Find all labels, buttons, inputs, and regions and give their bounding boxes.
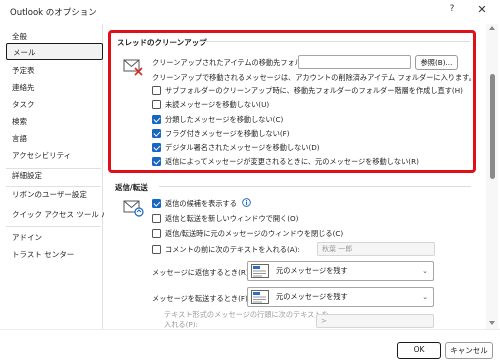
window-title: Outlook のオプション bbox=[10, 8, 97, 18]
sidebar-item-customize-ribbon[interactable]: リボンのユーザー設定 bbox=[12, 186, 87, 203]
dont-move-signed-label: デジタル署名されたメッセージを移動しない(D) bbox=[165, 143, 320, 152]
plaintext-prefix-label-line2: 入れる(P): bbox=[164, 320, 198, 329]
scroll-down-arrow-icon[interactable] bbox=[489, 321, 495, 325]
mail-options-pane: スレッドのクリーンアップ クリーンアップされたアイテムの移動先フォルダー: 参照… bbox=[104, 24, 485, 329]
title-bar: Outlook のオプション ? ✕ bbox=[0, 0, 500, 24]
move-to-folder-field[interactable] bbox=[298, 55, 411, 69]
chevron-down-icon: ⌄ bbox=[422, 293, 428, 301]
dont-move-replied-original-label: 返信によってメッセージが変更されるときに、元のメッセージを移動しない(R) bbox=[165, 157, 419, 166]
sidebar-item-calendar[interactable]: 予定表 bbox=[12, 62, 35, 79]
reply-envelope-icon bbox=[123, 200, 144, 217]
sidebar-item-accessibility[interactable]: アクセシビリティ bbox=[12, 147, 71, 164]
open-in-new-window-label: 返信と転送を新しいウィンドウで開く(O) bbox=[165, 214, 299, 223]
deleted-items-note: クリーンアップで移動されるメッセージは、アカウントの削除済みアイテム フォルダー… bbox=[152, 73, 476, 82]
sidebar-item-language[interactable]: 言語 bbox=[12, 130, 27, 147]
options-sidebar: 全般 メール 予定表 連絡先 タスク 検索 言語 アクセシビリティ 詳細設定 リ… bbox=[0, 24, 116, 329]
dont-move-signed-checkbox[interactable] bbox=[152, 143, 161, 152]
dont-move-categorized-label: 分類したメッセージを移動しない(C) bbox=[165, 115, 284, 124]
dont-move-unread-checkbox[interactable] bbox=[152, 100, 161, 109]
help-icon[interactable]: ? bbox=[445, 4, 459, 18]
cleanup-envelope-icon bbox=[123, 59, 143, 76]
close-original-window-label: 返信/転送時に元のメッセージのウィンドウを閉じる(C) bbox=[165, 229, 344, 238]
forward-behavior-dropdown[interactable]: 元のメッセージを残す ⌄ bbox=[247, 287, 434, 307]
reply-behavior-dropdown[interactable]: 元のメッセージを残す ⌄ bbox=[247, 261, 434, 281]
recreate-hierarchy-checkbox[interactable] bbox=[152, 86, 161, 95]
prefix-comments-label: コメントの前に次のテキストを入れる(A): bbox=[165, 245, 300, 254]
prefix-comments-checkbox[interactable] bbox=[152, 245, 161, 254]
sidebar-item-advanced[interactable]: 詳細設定 bbox=[12, 167, 42, 184]
forward-behavior-label: メッセージを転送するとき(F): bbox=[152, 294, 251, 303]
message-layout-icon bbox=[251, 290, 269, 304]
sidebar-item-tasks[interactable]: タスク bbox=[12, 96, 35, 113]
move-to-folder-label: クリーンアップされたアイテムの移動先フォルダー: bbox=[152, 58, 319, 67]
sidebar-item-addins[interactable]: アドイン bbox=[12, 229, 42, 246]
close-original-window-checkbox[interactable] bbox=[152, 229, 161, 238]
show-suggested-replies-label: 返信の候補を表示する bbox=[165, 199, 237, 208]
plaintext-prefix-field[interactable]: > bbox=[316, 314, 434, 328]
reply-behavior-value: 元のメッセージを残す bbox=[276, 266, 348, 275]
sidebar-divider bbox=[6, 226, 101, 227]
chevron-down-icon: ⌄ bbox=[422, 267, 428, 275]
sidebar-item-quick-access-toolbar[interactable]: クイック アクセス ツール バー bbox=[12, 206, 116, 223]
forward-behavior-value: 元のメッセージを残す bbox=[276, 292, 348, 301]
sidebar-item-trust-center[interactable]: トラスト センター bbox=[12, 246, 74, 263]
cleanup-heading: スレッドのクリーンアップ bbox=[117, 38, 207, 47]
ok-button[interactable]: OK bbox=[397, 342, 441, 359]
dont-move-flagged-checkbox[interactable] bbox=[152, 129, 161, 138]
dont-move-unread-label: 未読メッセージを移動しない(U) bbox=[165, 100, 270, 109]
dont-move-replied-original-checkbox[interactable] bbox=[152, 157, 161, 166]
content-scrollbar[interactable] bbox=[486, 24, 498, 329]
dont-move-categorized-checkbox[interactable] bbox=[152, 115, 161, 124]
recreate-hierarchy-label: サブフォルダーのクリーンアップ時に、移動先フォルダーのフォルダー階層を作成し直す… bbox=[165, 86, 463, 95]
sidebar-item-contacts[interactable]: 連絡先 bbox=[12, 79, 35, 96]
cancel-button[interactable]: キャンセル bbox=[445, 342, 493, 359]
info-icon[interactable] bbox=[242, 198, 251, 207]
plaintext-prefix-label-line1: テキスト形式のメッセージの行頭に次のテキストを bbox=[164, 310, 329, 319]
close-icon[interactable]: ✕ bbox=[474, 3, 490, 19]
heading-rule bbox=[159, 186, 471, 187]
scroll-up-arrow-icon[interactable] bbox=[489, 26, 495, 30]
dont-move-flagged-label: フラグ付きメッセージを移動しない(F) bbox=[165, 129, 290, 138]
show-suggested-replies-checkbox[interactable] bbox=[152, 199, 161, 208]
comment-prefix-field[interactable]: 秋葉 一郎 bbox=[317, 242, 435, 256]
open-in-new-window-checkbox[interactable] bbox=[152, 214, 161, 223]
message-layout-icon bbox=[251, 264, 269, 278]
sidebar-item-search[interactable]: 検索 bbox=[12, 113, 27, 130]
dialog-footer: OK キャンセル bbox=[0, 329, 500, 363]
heading-rule bbox=[198, 41, 470, 42]
browse-button[interactable]: 参照(B)... bbox=[415, 55, 458, 70]
reply-behavior-label: メッセージに返信するとき(R): bbox=[152, 268, 252, 277]
sidebar-item-mail[interactable]: メール bbox=[6, 43, 103, 60]
replies-forwards-heading: 返信/転送 bbox=[115, 183, 148, 192]
scrollbar-thumb[interactable] bbox=[489, 74, 495, 179]
